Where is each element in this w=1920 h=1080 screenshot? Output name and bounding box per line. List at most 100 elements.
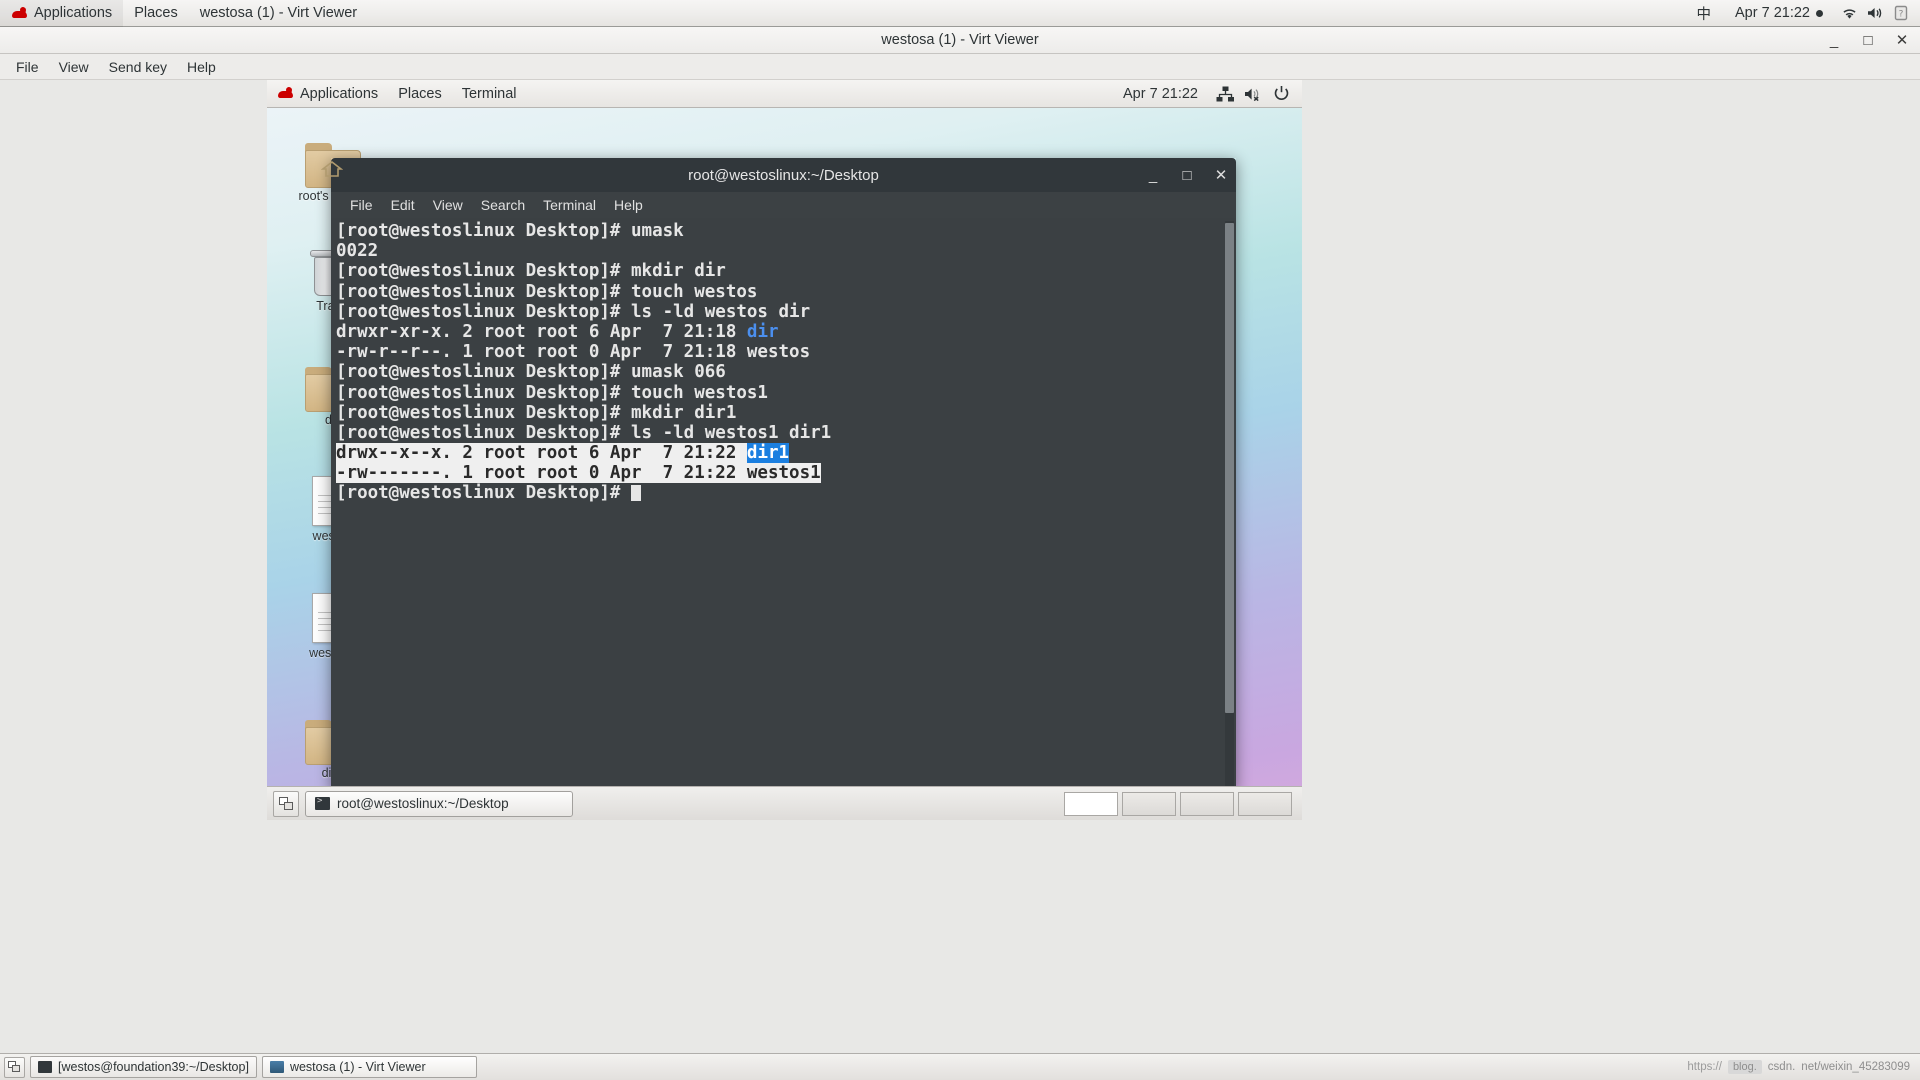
show-desktop-icon[interactable]: [4, 1056, 25, 1078]
terminal-line: [root@westoslinux Desktop]# umask 066: [336, 362, 726, 383]
workspace-2[interactable]: [1122, 791, 1176, 816]
terminal-scrollbar[interactable]: [1225, 221, 1234, 787]
guest-terminal-label: Terminal: [461, 85, 517, 102]
show-desktop-icon[interactable]: [273, 790, 299, 817]
menu-file[interactable]: File: [6, 54, 49, 80]
terminal-output: [root@westoslinux Desktop]# umask 0022 [ro…: [333, 221, 1236, 504]
guest-terminal-menu[interactable]: Terminal: [452, 80, 527, 108]
terminal-line: [root@westoslinux Desktop]# umask: [336, 221, 684, 241]
terminal-close-button[interactable]: ✕: [1214, 168, 1228, 183]
minimize-button[interactable]: _: [1826, 33, 1842, 48]
terminal-line: [root@westoslinux Desktop]# mkdir dir: [336, 261, 726, 282]
terminal-icon: [315, 796, 330, 810]
input-method-indicator[interactable]: 中: [1686, 0, 1723, 27]
terminal-menu-edit[interactable]: Edit: [382, 192, 424, 218]
input-method-label: 中: [1696, 6, 1712, 23]
terminal-line: 0022: [336, 241, 379, 262]
terminal-maximize-button[interactable]: □: [1180, 168, 1194, 183]
host-taskbar: [westos@foundation39:~/Desktop] westosa …: [0, 1053, 1920, 1080]
terminal-minimize-button[interactable]: _: [1146, 168, 1160, 183]
menu-help[interactable]: Help: [177, 54, 226, 80]
watermark-part-1: https://: [1687, 1061, 1722, 1073]
host-clock-label: Apr 7 21:22: [1735, 5, 1810, 21]
terminal-menubar: File Edit View Search Terminal Help: [331, 192, 1236, 218]
virt-viewer-window: westosa (1) - Virt Viewer _ □ ✕ File Vie…: [0, 27, 1920, 1054]
terminal-title: root@westoslinux:~/Desktop: [688, 166, 879, 184]
virt-viewer-icon: [269, 1061, 284, 1073]
host-window-menu[interactable]: westosa (1) - Virt Viewer: [189, 0, 368, 27]
virt-viewer-window-controls: _ □ ✕: [1826, 27, 1910, 54]
virt-viewer-viewport: Applications Places Terminal Apr 7 21:22: [0, 80, 1920, 1054]
recording-dot-icon: [1816, 9, 1823, 17]
terminal-menu-file[interactable]: File: [341, 192, 382, 218]
wifi-icon[interactable]: [1836, 0, 1862, 27]
host-top-panel: Applications Places westosa (1) - Virt V…: [0, 0, 1920, 27]
terminal-dir-name: dir: [746, 321, 779, 342]
redhat-logo-icon: [11, 7, 28, 20]
workspace-1[interactable]: [1064, 791, 1118, 816]
guest-panel-tray: Apr 7 21:22: [1123, 80, 1302, 107]
terminal-selection: -rw-------. 1 root root 0 Apr 7 21:22 we…: [336, 463, 821, 484]
terminal-menu-help[interactable]: Help: [605, 192, 652, 218]
watermark-part-2: blog.: [1727, 1060, 1762, 1074]
close-button[interactable]: ✕: [1894, 33, 1910, 48]
host-taskbar-item-terminal[interactable]: [westos@foundation39:~/Desktop]: [30, 1056, 257, 1078]
guest-applications-menu[interactable]: Applications: [267, 80, 388, 108]
terminal-scrollbar-thumb[interactable]: [1225, 223, 1234, 713]
terminal-menu-search[interactable]: Search: [472, 192, 534, 218]
host-places-menu[interactable]: Places: [123, 0, 189, 27]
redhat-logo-icon: [277, 87, 294, 100]
terminal-line: -rw-r--r--. 1 root root 0 Apr 7 21:18 we…: [336, 342, 811, 363]
guest-clock[interactable]: Apr 7 21:22: [1123, 86, 1210, 102]
menu-send-key[interactable]: Send key: [99, 54, 177, 80]
host-places-label: Places: [134, 5, 178, 21]
terminal-line: drwx--x--x. 2 root root 6 Apr 7 21:22 di…: [336, 443, 1236, 464]
maximize-button[interactable]: □: [1860, 33, 1876, 48]
terminal-dir-name: dir1: [746, 443, 790, 464]
taskbar-watermark: https:// blog. csdn. net/weixin_45283099: [1687, 1060, 1916, 1074]
guest-taskbar: root@westoslinux:~/Desktop: [267, 786, 1302, 820]
terminal-icon: [38, 1061, 52, 1073]
watermark-part-3: csdn.: [1767, 1061, 1796, 1073]
workspace-switcher: [1064, 791, 1296, 816]
terminal-line: drwxr-xr-x. 2 root root 6 Apr 7 21:18 di…: [336, 321, 779, 342]
host-redhat-menu[interactable]: Applications: [0, 0, 124, 27]
host-applications-label: Applications: [34, 5, 113, 21]
terminal-body[interactable]: [root@westoslinux Desktop]# umask 0022 [ro…: [331, 218, 1236, 790]
terminal-line: [root@westoslinux Desktop]# touch westos…: [336, 382, 768, 403]
guest-top-panel: Applications Places Terminal Apr 7 21:22: [267, 80, 1302, 108]
virt-viewer-titlebar[interactable]: westosa (1) - Virt Viewer _ □ ✕: [0, 27, 1920, 54]
taskbar-window-label: root@westoslinux:~/Desktop: [337, 796, 509, 811]
power-icon[interactable]: [1268, 80, 1294, 107]
network-icon[interactable]: [1212, 80, 1238, 107]
host-window-title-label: westosa (1) - Virt Viewer: [199, 5, 358, 21]
host-clock[interactable]: Apr 7 21:22: [1722, 5, 1836, 21]
guest-places-label: Places: [398, 85, 442, 102]
terminal-line: [root@westoslinux Desktop]# ls -ld westo…: [336, 301, 811, 322]
watermark-part-4: net/weixin_45283099: [1801, 1061, 1910, 1073]
host-panel-tray: 中 Apr 7 21:22 ?: [1686, 0, 1920, 27]
taskbar-window-button-terminal[interactable]: root@westoslinux:~/Desktop: [305, 790, 573, 817]
menu-view[interactable]: View: [49, 54, 99, 80]
terminal-line: [root@westoslinux Desktop]# touch westos: [336, 281, 758, 302]
workspace-4[interactable]: [1238, 791, 1292, 816]
terminal-window-controls: _ □ ✕: [1146, 158, 1228, 192]
terminal-window: root@westoslinux:~/Desktop _ □ ✕ File Ed…: [331, 158, 1236, 790]
guest-applications-label: Applications: [300, 85, 379, 102]
terminal-menu-terminal[interactable]: Terminal: [534, 192, 605, 218]
terminal-line: [root@westoslinux Desktop]#: [336, 483, 1236, 503]
volume-icon[interactable]: [1862, 0, 1888, 27]
terminal-menu-view[interactable]: View: [424, 192, 472, 218]
terminal-cursor: [631, 485, 642, 502]
guest-places-menu[interactable]: Places: [388, 80, 452, 108]
host-taskbar-item-virt-viewer[interactable]: westosa (1) - Virt Viewer: [261, 1056, 477, 1078]
workspace-3[interactable]: [1180, 791, 1234, 816]
battery-icon[interactable]: ?: [1888, 0, 1914, 27]
guest-screen: Applications Places Terminal Apr 7 21:22: [267, 80, 1302, 820]
svg-text:?: ?: [1899, 10, 1904, 20]
host-taskbar-item-label: [westos@foundation39:~/Desktop]: [58, 1060, 249, 1074]
volume-muted-icon[interactable]: [1240, 80, 1266, 107]
terminal-titlebar[interactable]: root@westoslinux:~/Desktop _ □ ✕: [331, 158, 1236, 192]
host-taskbar-item-label: westosa (1) - Virt Viewer: [289, 1060, 426, 1074]
virt-viewer-menubar: File View Send key Help: [0, 54, 1920, 80]
